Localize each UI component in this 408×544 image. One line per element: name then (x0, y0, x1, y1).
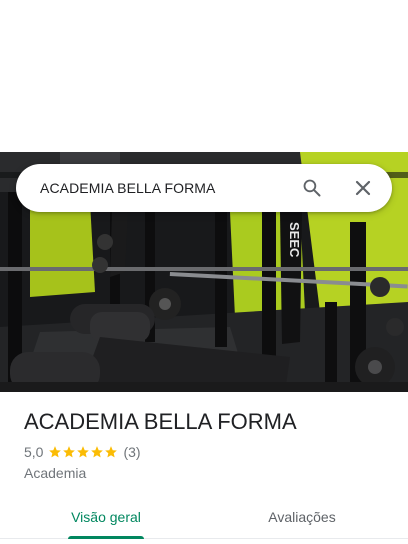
tab-reviews[interactable]: Avaliações (264, 496, 340, 538)
star-icon (49, 446, 62, 458)
review-count[interactable]: (3) (123, 444, 140, 460)
search-icon[interactable] (300, 176, 324, 200)
search-input[interactable]: ACADEMIA BELLA FORMA (40, 180, 300, 196)
map-area-blank (0, 0, 408, 152)
banner-text: SEEC (287, 222, 302, 258)
rating-row[interactable]: 5,0 (3) (24, 444, 141, 460)
rating-value: 5,0 (24, 444, 44, 460)
search-bar[interactable]: ACADEMIA BELLA FORMA (16, 164, 392, 212)
place-category: Academia (24, 465, 87, 481)
close-icon[interactable] (351, 176, 375, 200)
active-tab-indicator (68, 536, 144, 539)
tab-overview[interactable]: Visão geral (68, 496, 144, 538)
star-icon (77, 446, 90, 458)
place-title: ACADEMIA BELLA FORMA (24, 409, 297, 434)
star-icon (105, 446, 118, 458)
star-icon (63, 446, 76, 458)
star-rating (48, 445, 118, 459)
star-icon (91, 446, 104, 458)
tab-bar: Visão geral Avaliações (0, 496, 408, 539)
